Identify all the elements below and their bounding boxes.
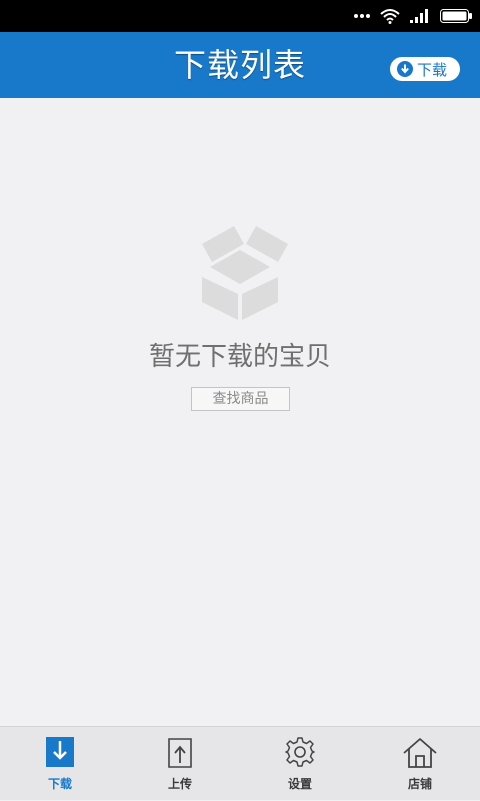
- download-button[interactable]: 下载: [390, 57, 460, 81]
- battery-icon: [440, 9, 472, 23]
- signal-icon: [410, 9, 428, 23]
- empty-state-message: 暂无下载的宝贝: [148, 342, 331, 372]
- find-products-button[interactable]: 查找商品: [191, 387, 290, 411]
- wifi-icon: [380, 9, 400, 24]
- dots-icon: [354, 14, 370, 18]
- empty-box-icon: [202, 226, 288, 320]
- status-icons: [354, 0, 472, 32]
- bottom-tab-bar: 下载 上传 设置 店铺: [0, 726, 480, 800]
- tab-settings-label: 设置: [287, 777, 312, 791]
- tab-upload-label: 上传: [167, 777, 192, 791]
- download-icon: [46, 737, 74, 767]
- status-bar: [0, 0, 480, 32]
- tab-store[interactable]: 店铺: [360, 727, 480, 801]
- gear-icon: [285, 737, 315, 767]
- download-button-label: 下载: [417, 60, 448, 79]
- tab-upload[interactable]: 上传: [120, 727, 240, 801]
- tab-download[interactable]: 下载: [0, 727, 120, 801]
- tab-settings[interactable]: 设置: [240, 727, 360, 801]
- home-icon: [403, 738, 437, 768]
- upload-icon: [168, 738, 192, 768]
- download-circle-icon: [397, 61, 413, 77]
- tab-download-label: 下载: [47, 777, 72, 791]
- tab-store-label: 店铺: [407, 777, 432, 791]
- title-bar: 下载列表 下载: [0, 32, 480, 98]
